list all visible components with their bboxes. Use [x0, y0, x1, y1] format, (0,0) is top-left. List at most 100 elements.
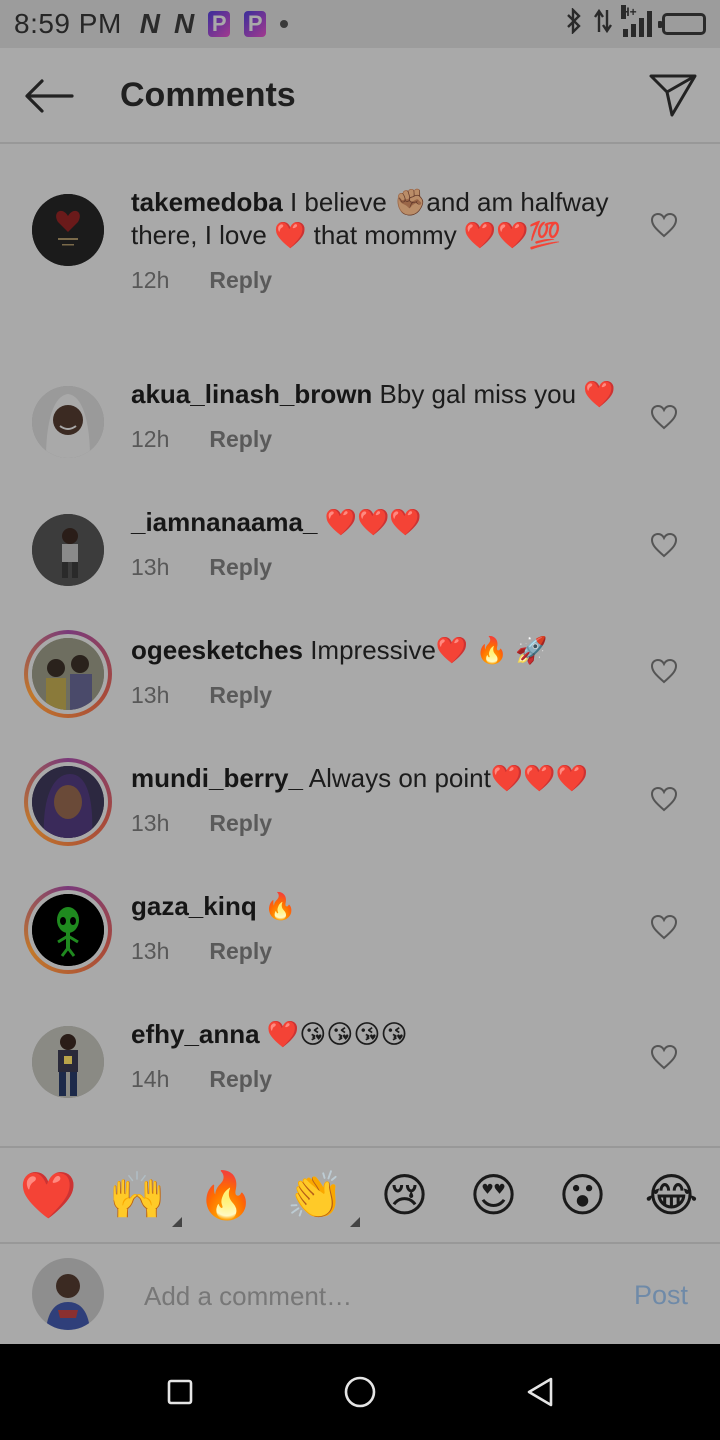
comment-meta: 12h Reply [131, 423, 631, 456]
comment-content: gaza_kinq 🔥 13h Reply [131, 890, 631, 968]
page-title: Comments [120, 76, 296, 114]
data-transfer-icon [593, 8, 613, 40]
avatar-image [32, 638, 104, 710]
comment-meta: 13h Reply [131, 551, 631, 584]
comment-text: Impressive❤️ 🔥 🚀 [302, 635, 548, 665]
comment-text: 🔥 [256, 891, 297, 921]
comment-text: Bby gal miss you ❤️ [372, 379, 616, 409]
emoji-reaction-bar: ❤️ 🙌 🔥 👏 😢 😍 😮 😂 [0, 1146, 720, 1244]
avatar-story-ring[interactable] [24, 758, 112, 846]
comment-content: efhy_anna ❤️😘😘😘😘 14h Reply [131, 1018, 631, 1096]
back-arrow-icon[interactable] [22, 78, 76, 114]
system-navigation-bar [0, 1344, 720, 1440]
raising-hands-emoji: 🙌 [108, 1168, 167, 1221]
skin-tone-indicator-icon [171, 1217, 182, 1227]
fire-emoji-button[interactable]: 🔥 [195, 1163, 259, 1227]
recent-apps-square-icon[interactable] [156, 1368, 204, 1416]
avatar[interactable] [24, 506, 112, 594]
p-app-icon: P [244, 11, 267, 37]
avatar-image [32, 766, 104, 838]
heart-eyes-emoji-button[interactable]: 😍 [462, 1163, 526, 1227]
reply-button[interactable]: Reply [209, 264, 272, 297]
reply-button[interactable]: Reply [209, 551, 272, 584]
avatar-image [32, 1026, 104, 1098]
p-app-icon: P [208, 11, 231, 37]
reply-button[interactable]: Reply [209, 423, 272, 456]
comment-username[interactable]: gaza_kinq [131, 891, 257, 921]
top-app-bar: Comments [0, 48, 720, 144]
avatar-story-ring[interactable] [24, 886, 112, 974]
raising-hands-emoji-button[interactable]: 🙌 [106, 1163, 182, 1227]
comment-username[interactable]: akua_linash_brown [131, 379, 372, 409]
comment-content: _iamnanaama_ ❤️❤️❤️ 13h Reply [131, 506, 631, 584]
surprised-emoji-button[interactable]: 😮 [551, 1163, 615, 1227]
status-indicators: H+ [565, 0, 706, 48]
comment-timestamp: 13h [131, 810, 170, 836]
laughing-emoji-button[interactable]: 😂 [640, 1163, 704, 1227]
heart-emoji-button[interactable]: ❤️ [17, 1163, 81, 1227]
more-notifications-dot-icon [280, 20, 289, 28]
current-user-avatar [32, 1258, 104, 1330]
like-heart-icon[interactable] [650, 914, 678, 940]
comment-username[interactable]: takemedoba [131, 187, 283, 217]
avatar-image [32, 194, 104, 266]
crying-emoji-button[interactable]: 😢 [373, 1163, 437, 1227]
reply-button[interactable]: Reply [209, 1063, 272, 1096]
comment-meta: 12h Reply [131, 264, 631, 297]
comment-meta: 13h Reply [131, 807, 631, 840]
avatar[interactable] [24, 1018, 112, 1106]
comment-content: takemedoba I believe ✊🏽and am halfway th… [131, 186, 631, 297]
avatar-image [32, 894, 104, 966]
comment-username[interactable]: ogeesketches [131, 635, 303, 665]
skin-tone-indicator-icon [349, 1217, 360, 1227]
network-type-label: H+ [621, 5, 637, 19]
like-heart-icon[interactable] [650, 532, 678, 558]
like-heart-icon[interactable] [650, 786, 678, 812]
clapping-emoji-button[interactable]: 👏 [284, 1163, 360, 1227]
signal-strength-icon: H+ [621, 5, 652, 37]
comment-text: ❤️❤️❤️ [317, 507, 422, 537]
comment-username[interactable]: mundi_berry_ [131, 763, 303, 793]
like-heart-icon[interactable] [650, 404, 678, 430]
n-app-icon: N [139, 8, 161, 39]
send-direct-icon[interactable] [648, 72, 698, 118]
battery-icon [658, 13, 706, 35]
comment-username[interactable]: _iamnanaama_ [131, 507, 317, 537]
reply-button[interactable]: Reply [209, 679, 272, 712]
reply-button[interactable]: Reply [209, 935, 272, 968]
avatar-story-ring[interactable] [24, 630, 112, 718]
comment-timestamp: 13h [131, 682, 170, 708]
post-button[interactable]: Post [634, 1280, 688, 1311]
avatar-image [32, 386, 104, 458]
back-triangle-icon[interactable] [516, 1368, 564, 1416]
home-circle-icon[interactable] [336, 1368, 384, 1416]
comment-text: Always on point❤️❤️❤️ [302, 763, 588, 793]
comment-meta: 14h Reply [131, 1063, 631, 1096]
comment-timestamp: 14h [131, 1066, 170, 1092]
status-time: 8:59 PM [14, 8, 122, 39]
status-bar: 8:59 PM N N P P H+ [0, 0, 720, 48]
reply-button[interactable]: Reply [209, 807, 272, 840]
comment-timestamp: 12h [131, 426, 170, 452]
comment-input[interactable] [144, 1276, 584, 1316]
comment-content: akua_linash_brown Bby gal miss you ❤️ 12… [131, 378, 631, 456]
comment-composer: Post [0, 1246, 720, 1344]
avatar[interactable] [24, 186, 112, 274]
notification-icons: N N P P [139, 8, 289, 40]
comment-timestamp: 13h [131, 554, 170, 580]
comment-timestamp: 13h [131, 938, 170, 964]
comment-meta: 13h Reply [131, 679, 631, 712]
like-heart-icon[interactable] [650, 658, 678, 684]
avatar[interactable] [24, 378, 112, 466]
clapping-emoji: 👏 [286, 1168, 345, 1221]
comment-username[interactable]: efhy_anna [131, 1019, 260, 1049]
like-heart-icon[interactable] [650, 1044, 678, 1070]
like-heart-icon[interactable] [650, 212, 678, 238]
comment-timestamp: 12h [131, 267, 170, 293]
comment-meta: 13h Reply [131, 935, 631, 968]
comment-content: ogeesketches Impressive❤️ 🔥 🚀 13h Reply [131, 634, 631, 712]
avatar-image [32, 514, 104, 586]
n-app-icon: N [174, 8, 195, 39]
bluetooth-icon [565, 6, 583, 41]
comment-content: mundi_berry_ Always on point❤️❤️❤️ 13h R… [131, 762, 631, 840]
